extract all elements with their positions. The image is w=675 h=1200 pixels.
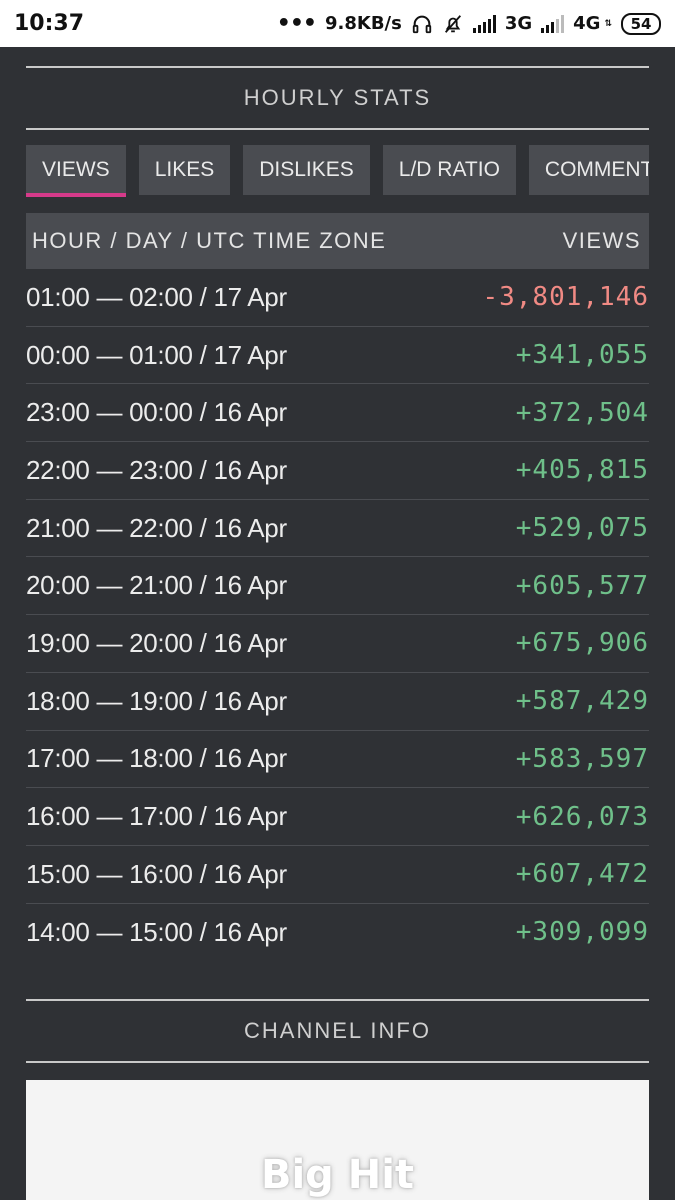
table-row: 21:00 — 22:00 / 16 Apr +529,075 (26, 500, 649, 558)
row-hour-label: 17:00 — 18:00 / 16 Apr (26, 743, 287, 774)
stats-table: 01:00 — 02:00 / 17 Apr -3,801,146 00:00 — … (26, 269, 649, 961)
divider (26, 128, 649, 130)
row-views-value: +607,472 (515, 859, 649, 890)
table-row: 23:00 — 00:00 / 16 Apr +372,504 (26, 384, 649, 443)
table-row: 22:00 — 23:00 / 16 Apr +405,815 (26, 442, 649, 500)
status-icons: ••• 9.8KB/s 3G 4G ⇅ 54 (277, 11, 661, 36)
channel-logo: Big Hit (260, 1152, 415, 1198)
section-title-channel-info: CHANNEL INFO (244, 1018, 431, 1043)
row-views-value: +626,073 (515, 801, 649, 832)
network-speed: 9.8KB/s (324, 13, 402, 34)
tab-ld-ratio[interactable]: L/D RATIO (382, 145, 516, 195)
table-row: 18:00 — 19:00 / 16 Apr +587,429 (26, 673, 649, 731)
row-views-value: +583,597 (515, 743, 649, 774)
row-hour-label: 20:00 — 21:00 / 16 Apr (26, 570, 287, 601)
row-hour-label: 16:00 — 17:00 / 16 Apr (26, 801, 287, 832)
stats-tabs: VIEWS LIKES DISLIKES L/D RATIO COMMENTS (26, 145, 649, 197)
row-views-value: +372,504 (515, 397, 649, 428)
table-row: 17:00 — 18:00 / 16 Apr +583,597 (26, 731, 649, 789)
row-hour-label: 01:00 — 02:00 / 17 Apr (26, 281, 287, 312)
mute-bell-icon (444, 14, 461, 33)
row-hour-label: 18:00 — 19:00 / 16 Apr (26, 685, 287, 716)
row-hour-label: 14:00 — 15:00 / 16 Apr (26, 916, 287, 947)
network-type-3g: 3G (504, 13, 533, 34)
table-row: 01:00 — 02:00 / 17 Apr -3,801,146 (26, 269, 649, 327)
table-row: 16:00 — 17:00 / 16 Apr +626,073 (26, 788, 649, 846)
tab-likes[interactable]: LIKES (138, 145, 231, 195)
data-transfer-icon: ⇅ (604, 18, 612, 29)
headphones-icon (412, 15, 431, 33)
channel-info-section: CHANNEL INFO Big Hit (26, 999, 649, 1200)
divider (26, 1061, 649, 1063)
row-views-value: +605,577 (515, 570, 649, 601)
row-hour-label: 00:00 — 01:00 / 17 Apr (26, 339, 287, 370)
row-hour-label: 22:00 — 23:00 / 16 Apr (26, 454, 287, 485)
row-views-value: +309,099 (515, 917, 649, 948)
row-views-value: +341,055 (515, 340, 649, 371)
more-notifications-icon: ••• (276, 11, 317, 36)
column-header-hour: HOUR / DAY / UTC TIME ZONE (32, 228, 387, 253)
row-views-value: +675,906 (515, 628, 649, 659)
row-hour-label: 15:00 — 16:00 / 16 Apr (26, 858, 287, 889)
tab-dislikes[interactable]: DISLIKES (243, 145, 370, 195)
signal-icon (472, 14, 496, 33)
column-header-views: VIEWS (562, 228, 641, 253)
clock: 10:37 (14, 11, 85, 36)
row-views-value: +529,075 (515, 513, 649, 544)
channel-banner[interactable]: Big Hit (26, 1080, 649, 1200)
table-row: 00:00 — 01:00 / 17 Apr +341,055 (26, 327, 649, 385)
tab-comments[interactable]: COMMENTS (528, 145, 649, 195)
row-hour-label: 23:00 — 00:00 / 16 Apr (26, 397, 287, 428)
tab-views[interactable]: VIEWS (26, 145, 126, 197)
table-row: 14:00 — 15:00 / 16 Apr +309,099 (26, 904, 649, 962)
table-row: 15:00 — 16:00 / 16 Apr +607,472 (26, 846, 649, 904)
hourly-stats-section: HOURLY STATS VIEWS LIKES DISLIKES L/D RA… (26, 47, 649, 961)
table-header: HOUR / DAY / UTC TIME ZONE VIEWS (26, 213, 649, 269)
row-views-value: -3,801,146 (482, 282, 649, 313)
row-views-value: +405,815 (515, 455, 649, 486)
row-views-value: +587,429 (515, 686, 649, 717)
table-row: 19:00 — 20:00 / 16 Apr +675,906 (26, 615, 649, 673)
network-type-4g: 4G (573, 13, 601, 34)
table-row: 20:00 — 21:00 / 16 Apr +605,577 (26, 557, 649, 616)
section-title-hourly-stats: HOURLY STATS (243, 85, 432, 110)
status-bar: 10:37 ••• 9.8KB/s 3G 4G ⇅ 54 (0, 0, 675, 47)
signal-icon-2 (541, 14, 565, 33)
row-hour-label: 21:00 — 22:00 / 16 Apr (26, 512, 287, 543)
battery-icon: 54 (621, 12, 661, 35)
row-hour-label: 19:00 — 20:00 / 16 Apr (26, 627, 287, 658)
